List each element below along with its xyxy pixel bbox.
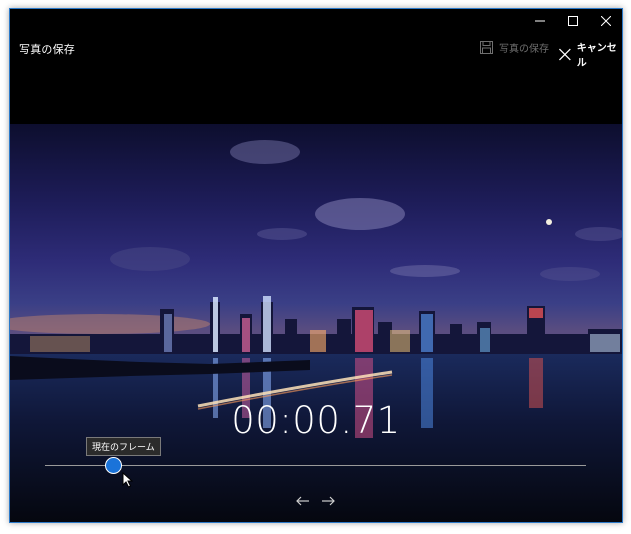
close-window-button[interactable] — [589, 9, 622, 33]
close-icon — [600, 16, 611, 26]
arrow-right-icon — [322, 496, 335, 506]
floppy-disk-icon — [480, 41, 493, 54]
minimize-button[interactable] — [523, 9, 556, 33]
maximize-icon — [567, 16, 578, 26]
frame-scrubber-track[interactable] — [45, 465, 586, 466]
page-title: 写真の保存 — [19, 43, 75, 56]
maximize-button[interactable] — [556, 9, 589, 33]
mouse-pointer-icon — [122, 472, 133, 488]
current-frame-tooltip: 現在のフレーム — [86, 437, 161, 456]
save-photo-label: 写真の保存 — [499, 44, 549, 55]
cancel-label: キャンセル — [576, 43, 617, 69]
save-photo-button[interactable]: 写真の保存 — [480, 40, 549, 55]
arrow-left-icon — [296, 496, 309, 506]
previous-frame-button[interactable] — [293, 493, 313, 509]
minimize-icon — [534, 20, 545, 22]
cancel-button[interactable]: キャンセル — [559, 39, 622, 69]
close-icon — [559, 48, 571, 60]
night-city-image — [10, 124, 622, 522]
timecode-display: 00:00.71 — [231, 399, 401, 442]
next-frame-button[interactable] — [318, 493, 338, 509]
frame-scrubber-thumb[interactable] — [105, 457, 122, 474]
save-photo-window: 写真の保存 写真の保存 キャンセル 00:00.71 現在のフレーム — [9, 8, 623, 523]
window-controls — [523, 9, 622, 33]
video-frame-preview — [10, 124, 622, 522]
